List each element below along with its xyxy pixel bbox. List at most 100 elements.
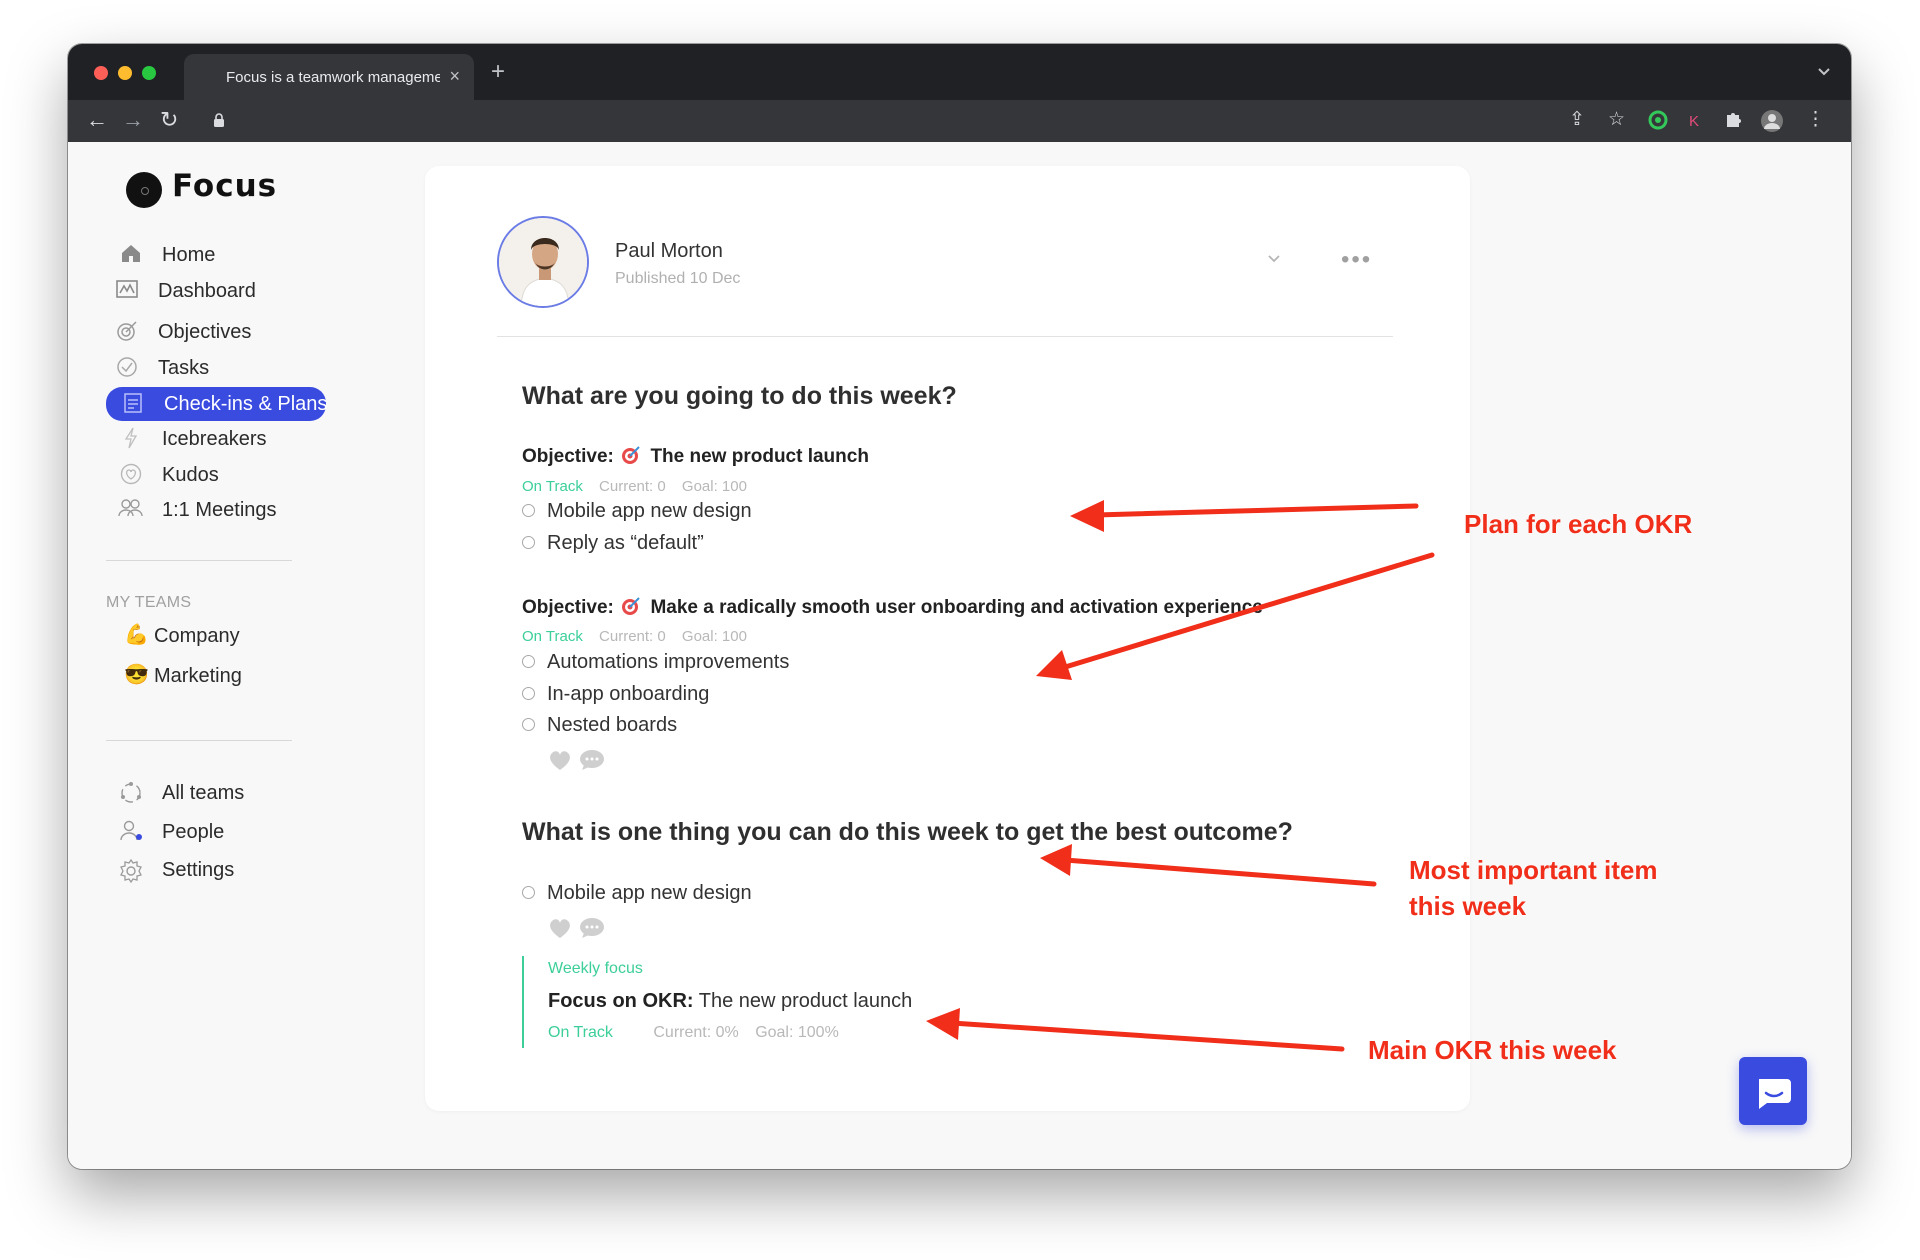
extensions-puzzle-icon[interactable] — [1724, 109, 1744, 135]
gear-icon — [118, 858, 144, 890]
new-tab-button[interactable]: + — [491, 60, 505, 84]
radio-icon[interactable] — [522, 718, 535, 731]
cycle-icon — [118, 781, 144, 811]
author-name[interactable]: Paul Morton — [615, 240, 723, 263]
goal-value: Goal: 100 — [681, 478, 747, 495]
radio-icon[interactable] — [522, 655, 535, 668]
chat-widget-button[interactable] — [1739, 1057, 1807, 1125]
status-badge: On Track — [522, 478, 583, 495]
reaction-bar — [547, 748, 617, 774]
bookmark-star-icon[interactable]: ☆ — [1608, 109, 1625, 131]
team-item-marketing[interactable]: 😎 Marketing — [124, 660, 324, 692]
card-divider — [497, 336, 1393, 337]
sidebar-item-label: Tasks — [158, 357, 210, 379]
plan-item-label: Nested boards — [547, 714, 678, 736]
heart-icon — [118, 463, 144, 491]
more-options-icon[interactable]: ••• — [1341, 248, 1372, 272]
sidebar-item-tasks[interactable]: Tasks — [104, 351, 324, 385]
focus-logo-icon[interactable] — [126, 172, 162, 208]
plan-item[interactable]: Nested boards — [522, 714, 1022, 740]
sidebar-item-objectives[interactable]: Objectives — [104, 315, 324, 349]
browser-menu-icon[interactable]: ⋮ — [1806, 109, 1825, 131]
sidebar-item-settings[interactable]: Settings — [104, 853, 324, 887]
annotation-label: Plan for each OKR — [1464, 509, 1693, 539]
heart-icon[interactable] — [547, 748, 573, 772]
close-window-button[interactable] — [94, 66, 108, 80]
weekly-focus-prefix: Focus on OKR: — [548, 990, 694, 1012]
annotation-label: this week — [1409, 891, 1527, 921]
target-dart-icon — [622, 446, 640, 464]
person-icon — [118, 820, 144, 848]
objective-title[interactable]: Objective: The new product launch — [522, 445, 869, 468]
maximize-window-button[interactable] — [142, 66, 156, 80]
share-icon[interactable]: ⇪ — [1569, 109, 1585, 131]
reaction-bar — [547, 916, 617, 942]
comment-bubble-icon[interactable] — [579, 749, 605, 771]
weekly-focus-okr: Focus on OKR: The new product launch — [548, 990, 912, 1013]
tab-title: Focus is a teamwork management tool — [226, 69, 440, 86]
question-heading: What is one thing you can do this week t… — [522, 818, 1293, 846]
extension-ring-icon[interactable] — [1647, 109, 1669, 137]
radio-icon[interactable] — [522, 536, 535, 549]
plan-item[interactable]: Mobile app new design — [522, 882, 1022, 908]
sidebar-item-home[interactable]: Home — [104, 238, 324, 272]
objective-status: On Track Current: 0 Goal: 100 — [522, 628, 759, 645]
plan-item-label: Mobile app new design — [547, 500, 752, 522]
chart-icon — [114, 279, 140, 305]
plan-item-label: Mobile app new design — [547, 882, 752, 904]
sidebar-item-people[interactable]: People — [104, 815, 324, 849]
my-teams-label: MY TEAMS — [106, 594, 192, 611]
reload-icon[interactable]: ↻ — [160, 108, 178, 132]
people-icon — [118, 498, 144, 524]
sidebar-item-kudos[interactable]: Kudos — [104, 458, 324, 492]
plan-item[interactable]: In-app onboarding — [522, 683, 1022, 709]
flexed-biceps-icon: 💪 — [124, 624, 149, 646]
chevron-down-icon[interactable] — [1267, 252, 1281, 266]
sidebar-item-meetings[interactable]: 1:1 Meetings — [104, 493, 324, 527]
sidebar-item-label: People — [162, 821, 225, 843]
tab-search-chevron-icon[interactable] — [1817, 64, 1831, 82]
browser-window: Focus is a teamwork management tool × + … — [68, 44, 1851, 1169]
weekly-focus-block[interactable]: Weekly focus Focus on OKR: The new produ… — [522, 956, 1022, 1048]
current-value: Current: 0 — [599, 478, 666, 495]
sidebar-item-label: Check-ins & Plans — [164, 393, 328, 415]
sidebar-item-label: 1:1 Meetings — [162, 499, 277, 521]
sidebar-item-icebreakers[interactable]: Icebreakers — [104, 422, 324, 456]
minimize-window-button[interactable] — [118, 66, 132, 80]
radio-icon[interactable] — [522, 886, 535, 899]
app-logo-text[interactable]: Focus — [172, 168, 277, 204]
annotation-label: Most important item — [1409, 855, 1658, 885]
sidebar-item-all-teams[interactable]: All teams — [104, 776, 324, 810]
profile-avatar-icon[interactable] — [1760, 109, 1784, 139]
forward-arrow-icon[interactable]: → — [122, 108, 144, 132]
objective-name: The new product launch — [650, 446, 869, 467]
bolt-icon — [118, 427, 144, 455]
check-in-card: Paul Morton Published 10 Dec ••• What ar… — [425, 166, 1470, 1111]
sidebar-item-label: Icebreakers — [162, 428, 267, 450]
plan-item[interactable]: Reply as “default” — [522, 532, 1022, 558]
objective-title[interactable]: Objective: Make a radically smooth user … — [522, 596, 1263, 619]
objective-status: On Track Current: 0 Goal: 100 — [522, 478, 759, 495]
plan-item-label: In-app onboarding — [547, 683, 710, 705]
team-item-company[interactable]: 💪 Company — [124, 620, 324, 652]
avatar[interactable] — [497, 216, 589, 308]
published-date: Published 10 Dec — [615, 270, 741, 287]
sidebar-item-check-ins-plans[interactable]: Check-ins & Plans — [106, 387, 328, 421]
extension-k-icon[interactable]: K — [1689, 111, 1699, 133]
back-arrow-icon[interactable]: ← — [86, 108, 108, 132]
plan-item-label: Reply as “default” — [547, 532, 704, 554]
radio-icon[interactable] — [522, 687, 535, 700]
tab-close-icon[interactable]: × — [449, 66, 460, 86]
team-label: Marketing — [154, 665, 242, 687]
browser-tab[interactable]: Focus is a teamwork management tool × — [184, 54, 474, 100]
plan-item[interactable]: Mobile app new design — [522, 500, 1022, 526]
weekly-focus-title: The new product launch — [698, 990, 913, 1012]
plan-item[interactable]: Automations improvements — [522, 651, 1022, 677]
sidebar-item-label: Objectives — [158, 321, 252, 343]
radio-icon[interactable] — [522, 504, 535, 517]
heart-icon[interactable] — [547, 916, 573, 940]
lock-icon — [214, 113, 224, 127]
comment-bubble-icon[interactable] — [579, 917, 605, 939]
sidebar-item-dashboard[interactable]: Dashboard — [104, 274, 324, 308]
sunglasses-face-icon: 😎 — [124, 664, 149, 686]
